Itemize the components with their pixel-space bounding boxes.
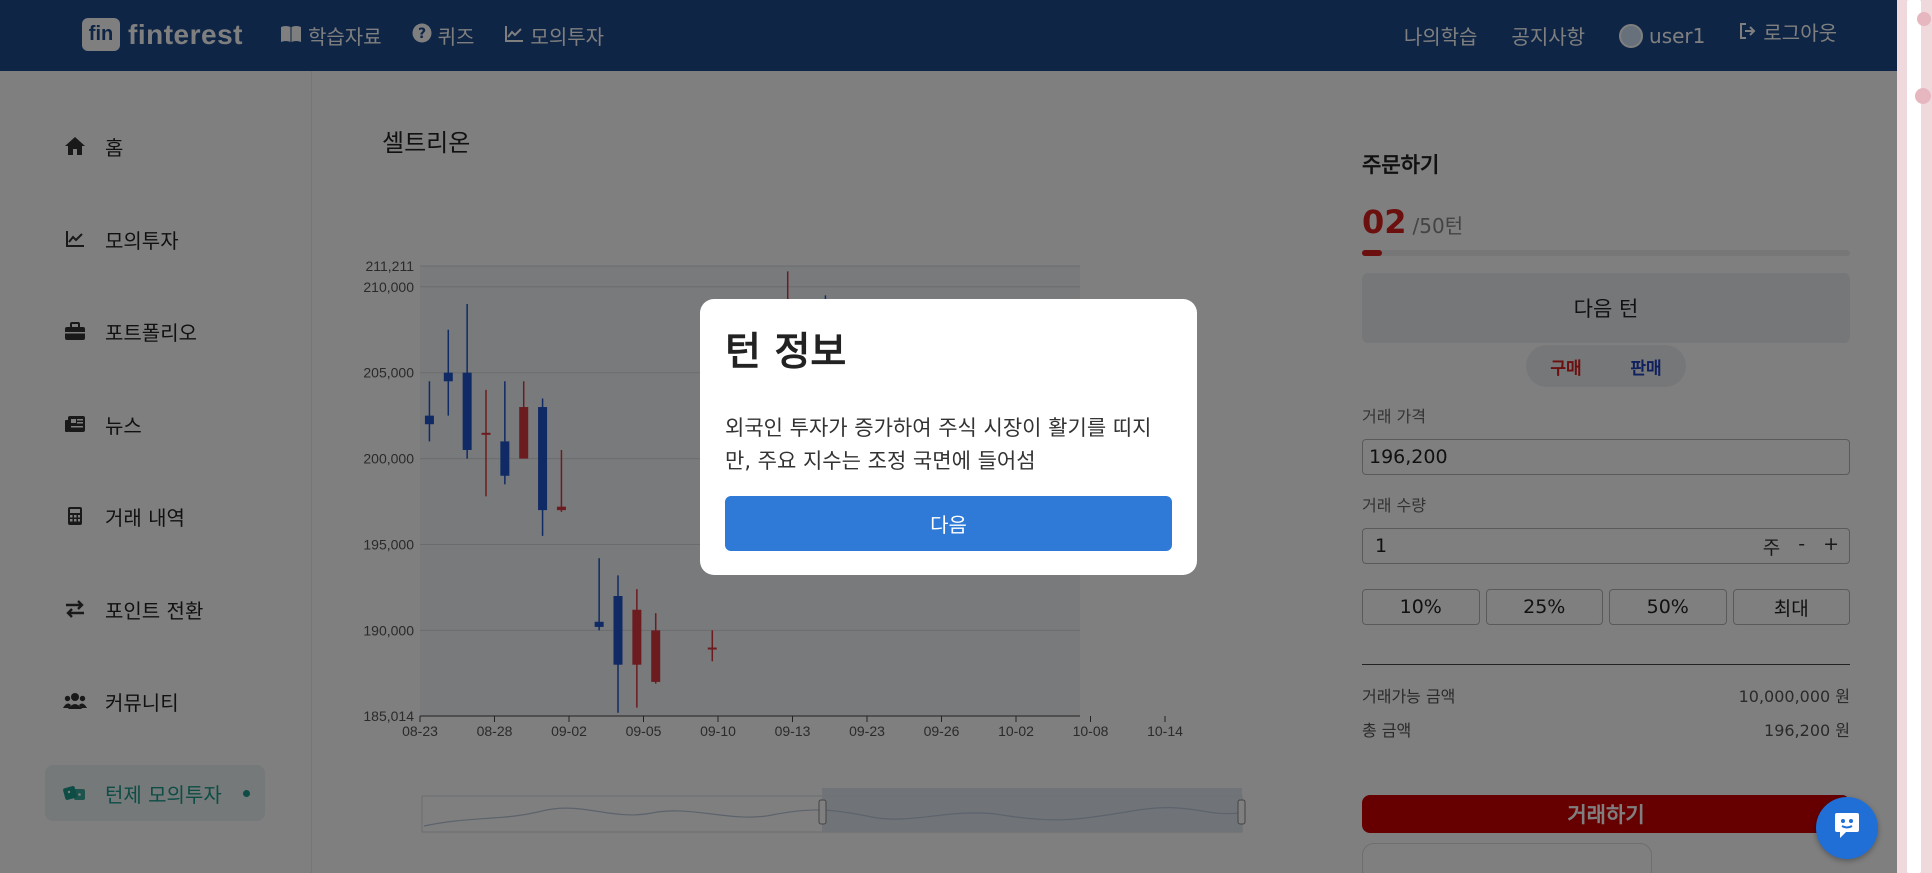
chat-bot-icon <box>1832 812 1862 844</box>
scroll-decoration <box>1917 12 1931 26</box>
page-scrollbar[interactable] <box>1897 0 1932 873</box>
scroll-decoration <box>1915 88 1931 104</box>
scrollbar-thumb[interactable] <box>1907 0 1921 873</box>
chat-button[interactable] <box>1816 797 1878 859</box>
turn-info-modal: 턴 정보 외국인 투자가 증가하여 주식 시장이 활기를 띠지만, 주요 지수는… <box>700 299 1197 575</box>
modal-next-button[interactable]: 다음 <box>725 496 1172 551</box>
modal-title: 턴 정보 <box>725 330 847 375</box>
modal-body: 외국인 투자가 증가하여 주식 시장이 활기를 띠지만, 주요 지수는 조정 국… <box>725 416 1152 473</box>
